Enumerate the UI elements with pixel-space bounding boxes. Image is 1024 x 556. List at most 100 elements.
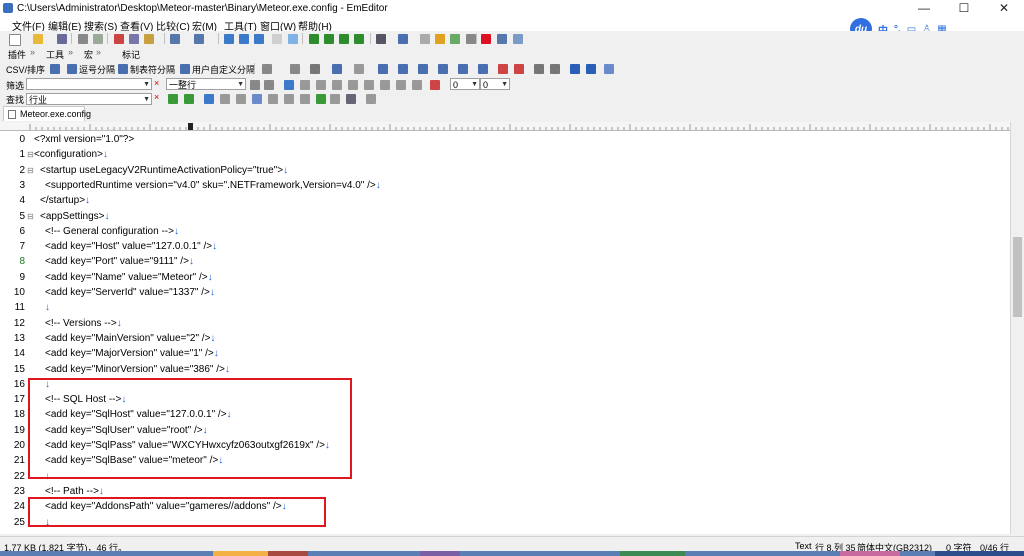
scrollbar-thumb[interactable] (1013, 237, 1022, 317)
status-mode[interactable]: Text (795, 541, 812, 551)
code-line[interactable]: 8 <add key="Port" value="9111" />↓ (0, 254, 1010, 269)
code-line[interactable]: 10 <add key="ServerId" value="1337" />↓ (0, 285, 1010, 300)
chevron-icon[interactable]: » (30, 47, 35, 57)
sort-icon-3[interactable] (418, 64, 428, 74)
find-opt-icon-5[interactable] (284, 94, 294, 104)
find-opt-icon-9[interactable] (346, 94, 356, 104)
marker-icon[interactable] (435, 34, 445, 44)
code-line[interactable]: 3 <supportedRuntime version="v4.0" sku=".… (0, 178, 1010, 193)
toggle-icon-a[interactable] (272, 34, 282, 44)
filter-option-icon-2[interactable] (264, 80, 274, 90)
code-line[interactable]: 12 <!-- Versions -->↓ (0, 316, 1010, 331)
filter-mode-select[interactable]: 一整行 ▼ (166, 78, 246, 90)
tab-sep-icon[interactable] (118, 64, 128, 74)
code-line[interactable]: 14 <add key="MajorVersion" value="1" />↓ (0, 346, 1010, 361)
wrap-icon[interactable] (420, 34, 430, 44)
sort-icon-2[interactable] (398, 64, 408, 74)
filter-case-icon[interactable] (300, 80, 310, 90)
find-opt-icon-3[interactable] (252, 94, 262, 104)
code-line[interactable]: 2 ⊟ <startup useLegacyV2RuntimeActivationP… (0, 163, 1010, 178)
code-line[interactable]: 11 ↓ (0, 300, 1010, 315)
find-opt-icon-7[interactable] (316, 94, 326, 104)
minimize-button[interactable]: — (904, 0, 944, 17)
filter-opt-icon-4[interactable] (380, 80, 390, 90)
find-opt-icon-8[interactable] (330, 94, 340, 104)
new-file-icon[interactable] (9, 34, 21, 46)
plugin-icon[interactable] (513, 34, 523, 44)
grid-icon-4[interactable] (586, 64, 596, 74)
sort-icon-6[interactable] (478, 64, 488, 74)
clear-find-icon[interactable]: × (154, 92, 159, 102)
code-line[interactable]: 0 <?xml version="1.0"?> (0, 132, 1010, 147)
filter-input[interactable]: ▼ (26, 78, 152, 90)
run-macro-icon[interactable] (497, 34, 507, 44)
filter-word-icon[interactable] (316, 80, 326, 90)
print-icon[interactable] (78, 34, 88, 44)
csv-tool-icon-4[interactable] (354, 64, 364, 74)
fold-toggle-icon[interactable]: ⊟ (27, 163, 34, 178)
redo-icon[interactable] (194, 34, 204, 44)
grid-icon-1[interactable] (534, 64, 544, 74)
filter-search-icon[interactable] (284, 80, 294, 90)
filter-opt-icon-3[interactable] (364, 80, 374, 90)
sort-icon-4[interactable] (438, 64, 448, 74)
grid-icon-2[interactable] (550, 64, 560, 74)
find-next-icon[interactable] (184, 94, 194, 104)
comma-icon[interactable] (67, 64, 77, 74)
code-line[interactable]: 1 ⊟ <configuration>↓ (0, 147, 1010, 162)
find-opt-icon-10[interactable] (366, 94, 376, 104)
csv-sort-button[interactable]: CSV/排序 (6, 63, 45, 76)
toggle-icon-b[interactable] (288, 34, 298, 44)
code-line[interactable]: 13 <add key="MainVersion" value="2" />↓ (0, 331, 1010, 346)
csv-tool-icon-3[interactable] (310, 64, 320, 74)
filter-regex-icon[interactable] (332, 80, 342, 90)
sort-icon-8[interactable] (514, 64, 524, 74)
clear-filter-icon[interactable]: × (154, 78, 159, 88)
find-opt-icon-4[interactable] (268, 94, 278, 104)
fold-toggle-icon[interactable]: ⊟ (27, 209, 34, 224)
print-preview-icon[interactable] (93, 34, 103, 44)
sort-icon-1[interactable] (378, 64, 388, 74)
user-sep-icon[interactable] (180, 64, 190, 74)
filter-opt-icon-5[interactable] (396, 80, 406, 90)
find-input[interactable]: 行业 ▼ (26, 93, 152, 105)
font-icon[interactable] (398, 34, 408, 44)
sort-icon-5[interactable] (458, 64, 468, 74)
code-line[interactable]: 15 <add key="MinorVersion" value="386" />… (0, 362, 1010, 377)
editor-area[interactable]: 0 <?xml version="1.0"?> 1 ⊟ <configuration>↓… (0, 131, 1010, 534)
filter-number-select-b[interactable]: 0 ▼ (480, 78, 510, 90)
comma-separated-button[interactable]: 逗号分隔 (79, 63, 115, 76)
code-line[interactable]: 7 <add key="Host" value="127.0.0.1" />↓ (0, 239, 1010, 254)
undo-icon[interactable] (170, 34, 180, 44)
tab-meteor-config[interactable]: Meteor.exe.config (3, 106, 91, 121)
code-line[interactable]: 9 <add key="Name" value="Meteor" />↓ (0, 270, 1010, 285)
vertical-scrollbar[interactable] (1010, 122, 1024, 534)
cut-icon[interactable] (114, 34, 124, 44)
chevron-icon[interactable]: » (96, 47, 101, 57)
find-prev-icon[interactable] (168, 94, 178, 104)
paste-icon[interactable] (144, 34, 154, 44)
view-icon-b[interactable] (324, 34, 334, 44)
copy-icon[interactable] (129, 34, 139, 44)
filter-option-icon-1[interactable] (250, 80, 260, 90)
filter-clear-icon[interactable] (430, 80, 440, 90)
find-icon[interactable] (224, 34, 234, 44)
chevron-icon[interactable]: » (68, 47, 73, 57)
csv-tool-icon-2[interactable] (290, 64, 300, 74)
code-line[interactable]: 5 ⊟ <appSettings>↓ (0, 209, 1010, 224)
view-icon-a[interactable] (309, 34, 319, 44)
maximize-button[interactable]: ☐ (944, 0, 984, 17)
find-opt-icon-2[interactable] (236, 94, 246, 104)
outline-icon[interactable] (450, 34, 460, 44)
tab-separated-button[interactable]: 制表符分隔 (130, 63, 175, 76)
save-icon[interactable] (57, 34, 67, 44)
csv-tool-icon-1[interactable] (262, 64, 272, 74)
find-opt-icon-6[interactable] (300, 94, 310, 104)
find-next-icon[interactable] (239, 34, 249, 44)
grid-icon-5[interactable] (604, 64, 614, 74)
user-defined-separated-button[interactable]: 用户自定义分隔 (192, 63, 255, 76)
filter-escape-icon[interactable] (348, 80, 358, 90)
view-icon-d[interactable] (354, 34, 364, 44)
view-icon-c[interactable] (339, 34, 349, 44)
csv-icon[interactable] (50, 64, 60, 74)
